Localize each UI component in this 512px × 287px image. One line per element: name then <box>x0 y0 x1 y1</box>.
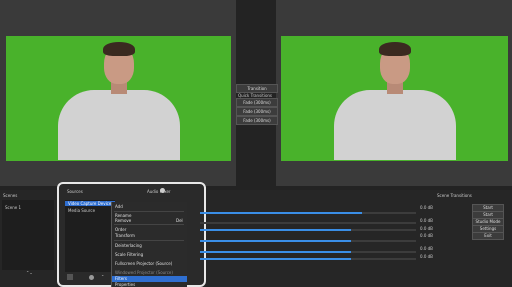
preview-video <box>6 36 231 161</box>
slider-fill <box>200 258 352 260</box>
mixer-value: 0.0 dB <box>420 233 433 238</box>
menu-add[interactable]: Add <box>115 204 123 209</box>
program-panel <box>276 0 512 186</box>
quick-transition-2[interactable]: Fade (300ms) <box>236 107 278 116</box>
menu-remove-shortcut: Del <box>176 218 183 223</box>
gear-icon[interactable] <box>160 188 165 193</box>
slider-fill <box>200 240 352 242</box>
mixer-slider[interactable] <box>200 222 416 224</box>
menu-properties[interactable]: Properties <box>115 282 135 287</box>
mixer-slider[interactable] <box>200 240 416 242</box>
person-image <box>54 36 184 161</box>
menu-deinterlacing[interactable]: Deinterlacing <box>115 243 142 248</box>
sources-list: Video Capture Device Media Source <box>65 200 115 272</box>
program-video <box>281 36 508 161</box>
slider-fill <box>200 229 352 231</box>
sources-header: Sources <box>67 189 83 194</box>
slider-fill <box>200 251 352 253</box>
shirt-shape <box>333 90 456 160</box>
quick-transition-1[interactable]: Fade (300ms) <box>236 98 278 107</box>
shirt-shape <box>57 90 180 160</box>
mixer-slider[interactable] <box>200 251 416 253</box>
menu-order[interactable]: Order <box>115 227 126 232</box>
scenes-header: Scenes <box>3 193 18 198</box>
mixer-value: 0.0 dB <box>420 226 433 231</box>
menu-divider <box>114 224 184 225</box>
chevron-up-icon[interactable]: ⌃ <box>101 274 104 279</box>
quick-transition-3[interactable]: Fade (300ms) <box>236 116 278 125</box>
mixer-value: 0.0 dB <box>420 218 433 223</box>
menu-divider <box>114 211 184 212</box>
scenes-list: Scene 1 <box>2 200 54 270</box>
hair-shape <box>102 42 135 56</box>
menu-scale-filtering[interactable]: Scale Filtering <box>115 252 143 257</box>
source-item[interactable]: Media Source <box>68 208 95 213</box>
mixer-header: Audio Mixer <box>147 189 171 194</box>
menu-divider <box>114 240 184 241</box>
person-image <box>330 36 460 161</box>
menu-transform[interactable]: Transform <box>115 233 135 238</box>
scene-up-down-icon[interactable]: ⌃⌄ <box>26 270 33 275</box>
preview-panel <box>0 0 236 186</box>
controls-header: Scene Transitions <box>437 193 472 198</box>
scene-item[interactable]: Scene 1 <box>5 205 21 210</box>
context-menu: Add Rename Remove Del Order Transform De… <box>111 202 187 287</box>
slider-fill <box>200 212 362 214</box>
exit-button[interactable]: Exit <box>472 232 504 240</box>
transition-label: Transition <box>247 86 267 91</box>
add-source-button[interactable] <box>67 274 73 280</box>
transition-button[interactable]: Transition <box>236 84 278 93</box>
menu-filters: Filters <box>115 276 127 281</box>
menu-fullscreen-projector[interactable]: Fullscreen Projector (Source) <box>115 261 172 266</box>
source-item-selected[interactable]: Video Capture Device <box>65 201 115 206</box>
mixer-slider[interactable] <box>200 258 416 260</box>
menu-windowed-projector[interactable]: Windowed Projector (Source) <box>115 270 173 275</box>
mixer-value: 0.0 dB <box>420 254 433 259</box>
mixer-value: 0.0 dB <box>420 205 433 210</box>
menu-remove[interactable]: Remove <box>115 218 131 223</box>
mixer-slider[interactable] <box>200 229 416 231</box>
hair-shape <box>378 42 411 56</box>
gear-icon[interactable] <box>89 275 94 280</box>
mixer-value: 0.0 dB <box>420 246 433 251</box>
mixer-slider[interactable] <box>200 212 416 214</box>
